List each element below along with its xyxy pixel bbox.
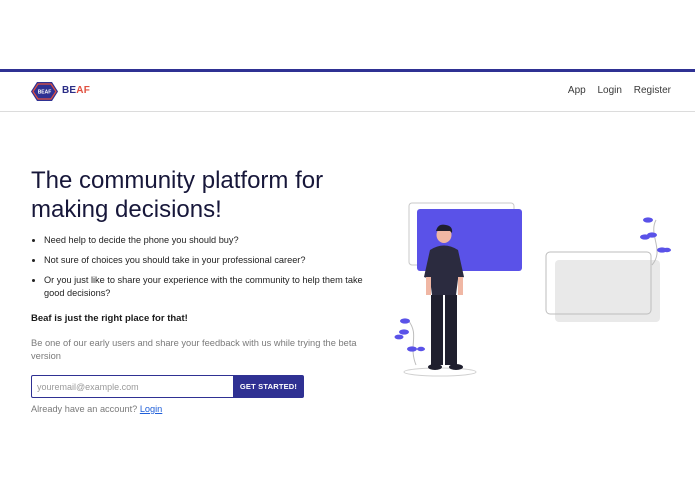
feature-list: Need help to decide the phone you should… [31,234,374,307]
person-with-screens-illustration [394,202,671,377]
brand-name-part2: AF [76,85,91,96]
nav-link-register[interactable]: Register [634,85,671,96]
feature-list-item: Not sure of choices you should take in y… [44,254,374,267]
email-input[interactable] [31,375,234,398]
get-started-button[interactable]: GET STARTED! [233,375,304,398]
tagline: Beaf is just the right place for that! [31,313,188,324]
feature-list-item: Or you just like to share your experienc… [44,274,374,300]
hero-title: The community platform for making decisi… [31,167,324,223]
beta-invite-text: Be one of our early users and share your… [31,338,357,361]
nav-link-login[interactable]: Login [598,85,622,96]
nav-links: App Login Register [559,85,671,96]
nav-link-app[interactable]: App [568,85,586,96]
feature-list-item: Need help to decide the phone you should… [44,234,374,247]
have-account-text: Already have an account? [31,404,138,414]
navbar: BEAF BEAF App Login Register [0,72,695,112]
login-link[interactable]: Login [140,404,162,414]
logo-badge-icon[interactable]: BEAF [31,81,58,102]
brand-name[interactable]: BEAF [62,85,90,96]
logo-badge-text: BEAF [38,90,52,96]
brand-name-part1: BE [62,85,77,96]
have-account-row: Already have an account? Login [31,404,162,414]
